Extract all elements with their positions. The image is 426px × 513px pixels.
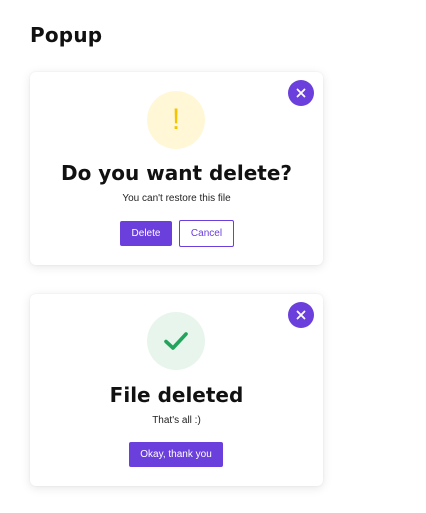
- dialog-message: That's all :): [152, 415, 201, 426]
- checkmark-icon: [164, 332, 188, 350]
- dialog-message: You can't restore this file: [122, 193, 231, 204]
- success-icon-circle: [147, 312, 205, 370]
- close-button[interactable]: [288, 302, 314, 328]
- delete-button[interactable]: Delete: [120, 221, 172, 246]
- page-title: Popup: [30, 23, 103, 47]
- cancel-button[interactable]: Cancel: [179, 220, 234, 247]
- exclamation-icon: !: [171, 103, 181, 136]
- okay-button[interactable]: Okay, thank you: [129, 442, 223, 467]
- dialog-title: File deleted: [109, 383, 244, 407]
- close-button[interactable]: [288, 80, 314, 106]
- close-icon: [296, 88, 306, 98]
- file-deleted-dialog: File deleted That's all :) Okay, thank y…: [30, 294, 323, 486]
- close-icon: [296, 310, 306, 320]
- warning-icon-circle: !: [147, 91, 205, 149]
- delete-confirm-dialog: ! Do you want delete? You can't restore …: [30, 72, 323, 265]
- dialog-title: Do you want delete?: [60, 161, 293, 185]
